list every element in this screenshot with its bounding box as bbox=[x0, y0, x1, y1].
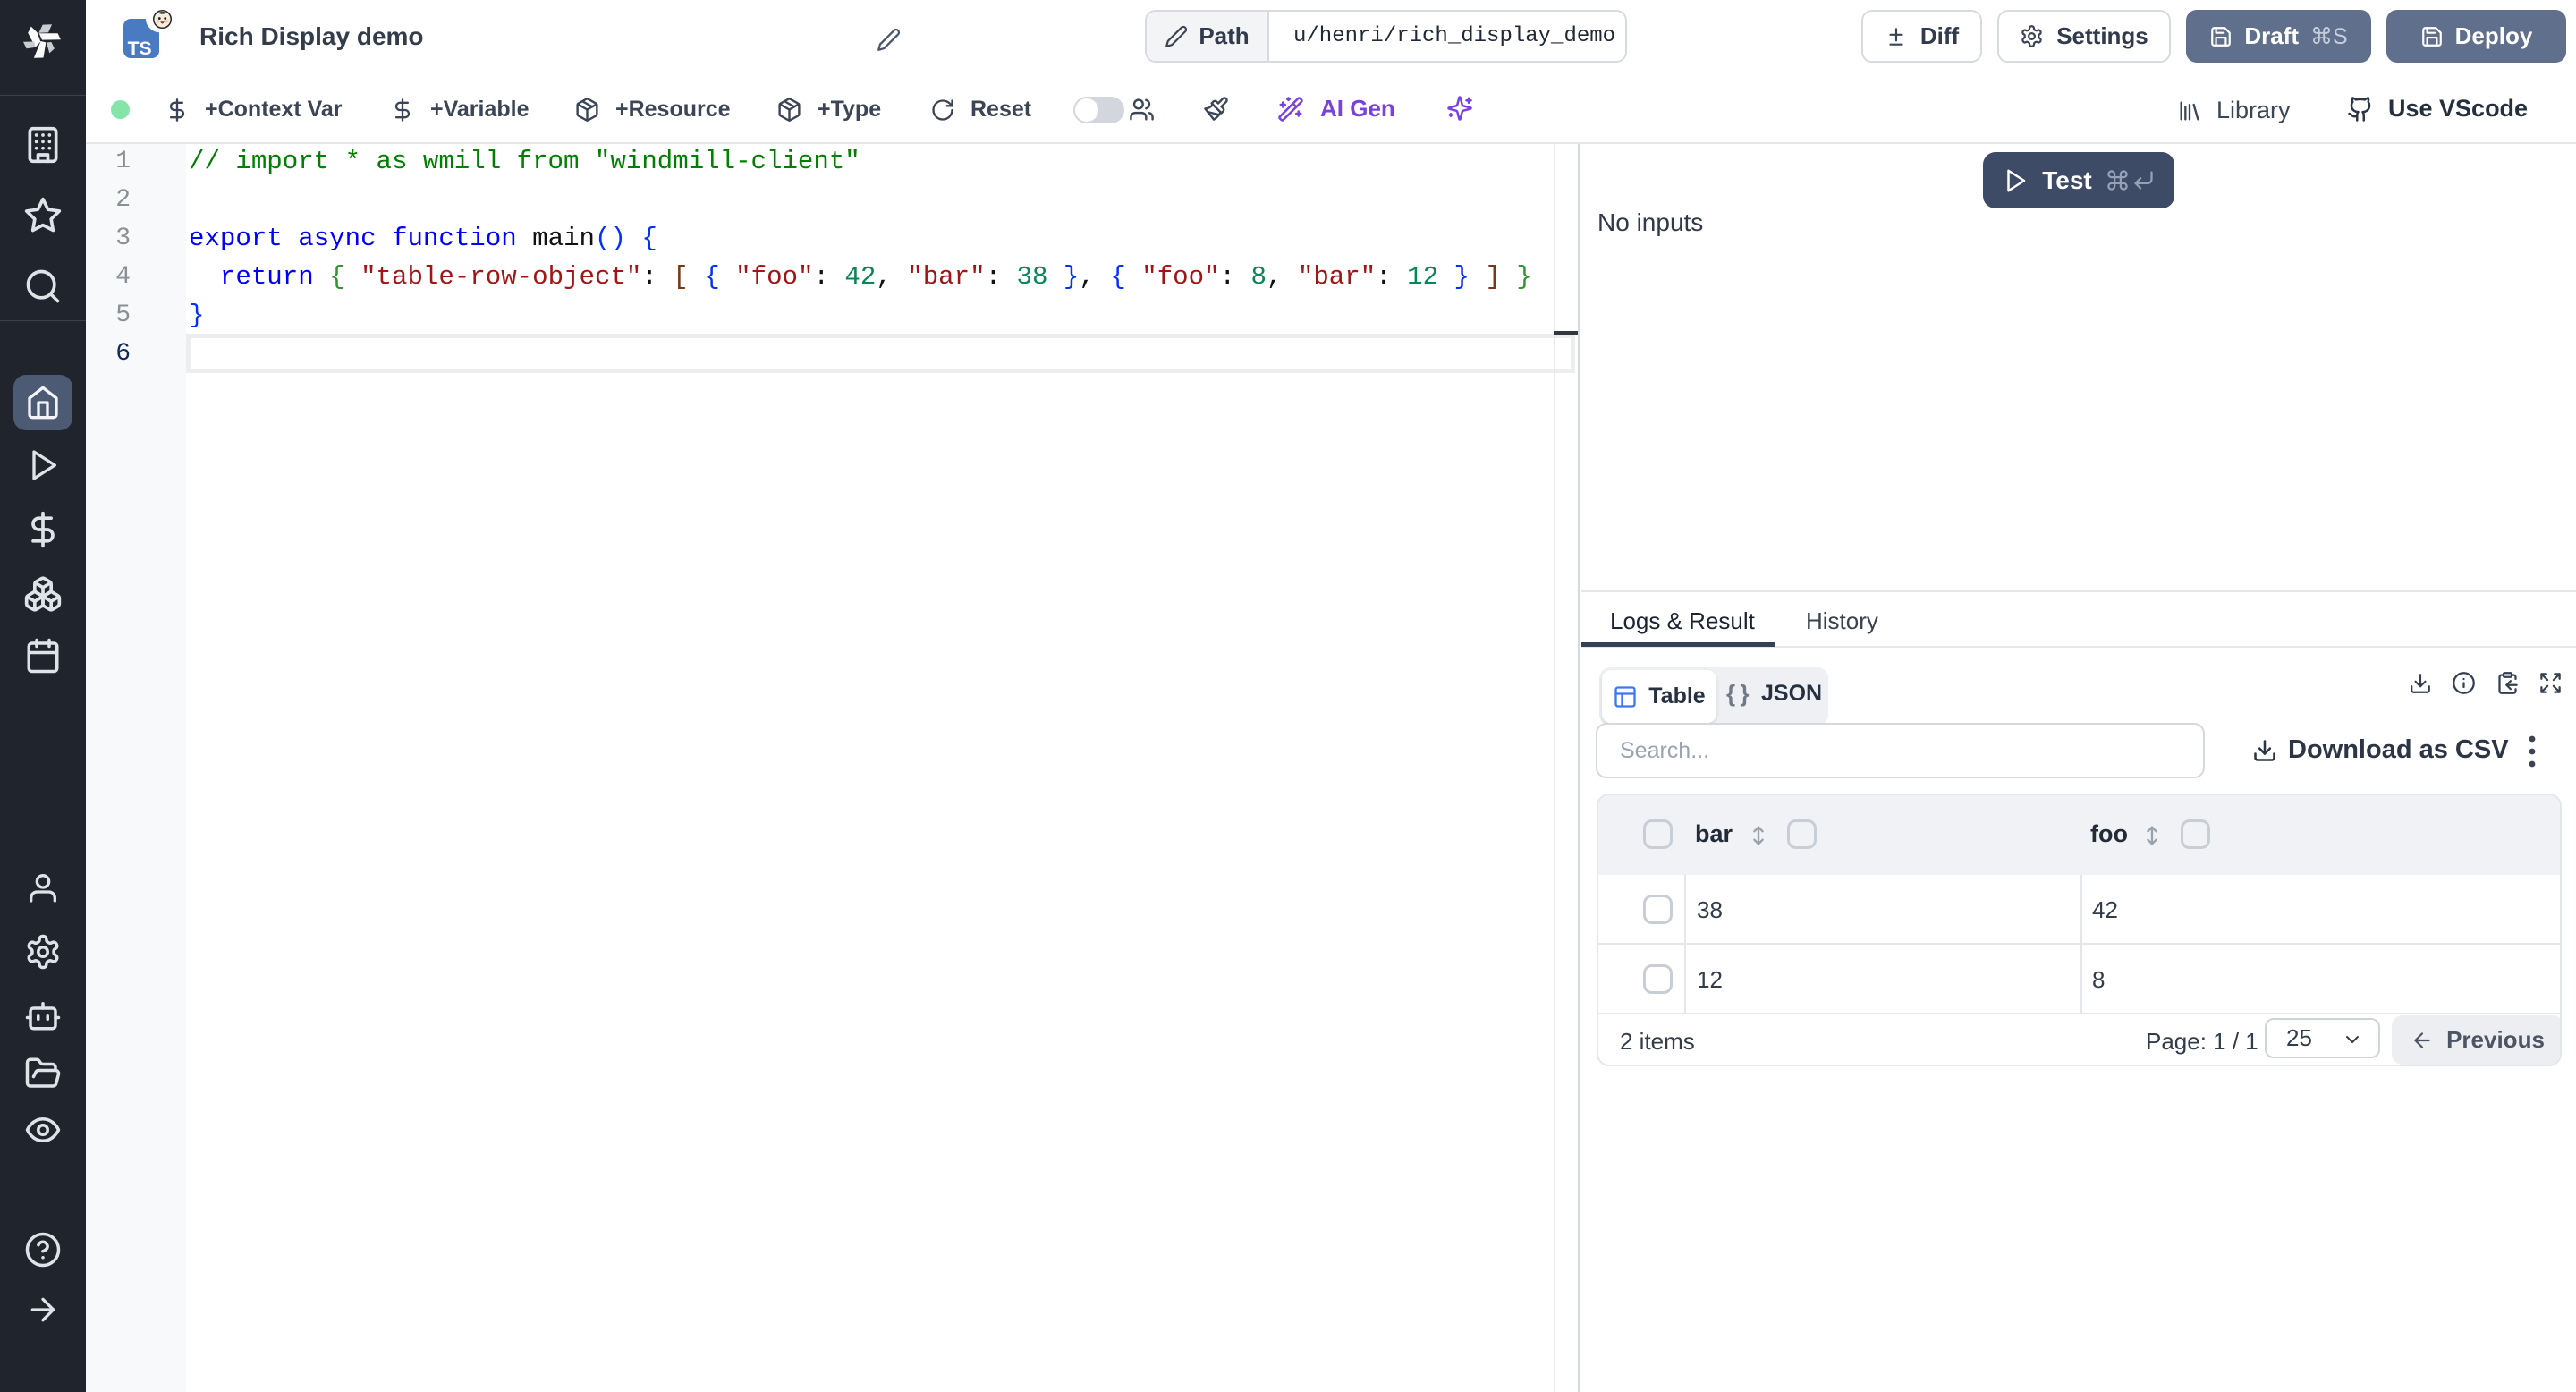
svg-text:TS: TS bbox=[128, 38, 152, 58]
